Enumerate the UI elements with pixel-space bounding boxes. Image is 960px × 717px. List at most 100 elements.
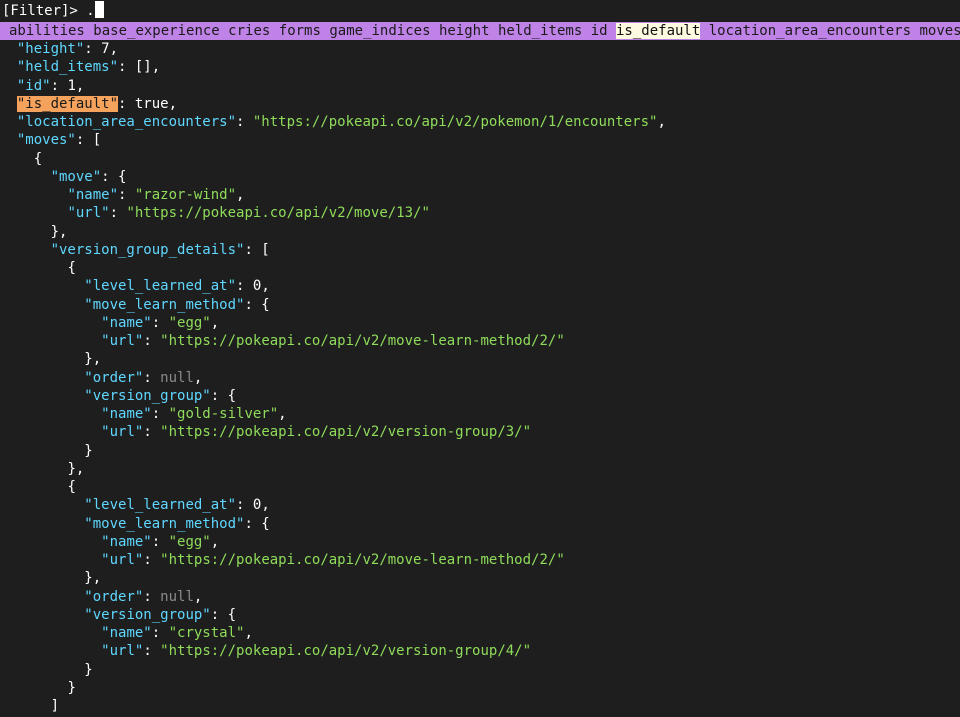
- key-suggestion-id[interactable]: id: [591, 23, 608, 39]
- json-line: "name": "razor-wind",: [0, 186, 960, 204]
- json-punct: :: [143, 333, 161, 349]
- json-key: "order": [84, 369, 144, 386]
- filter-input[interactable]: .: [86, 3, 94, 19]
- key-suggestion-moves[interactable]: moves: [919, 23, 960, 39]
- key-suggestion-abilities[interactable]: abilities: [9, 23, 85, 39]
- key-suggestion-cries[interactable]: cries: [228, 23, 270, 39]
- json-punct: }: [67, 679, 76, 696]
- json-key: "url": [67, 205, 110, 222]
- json-line: "move_learn_method": {: [0, 296, 960, 314]
- json-number: 7: [101, 41, 110, 57]
- json-string: "https://pokeapi.co/api/v2/pokemon/1/enc…: [252, 114, 658, 130]
- json-key: "url": [101, 643, 144, 660]
- json-punct: :: [151, 625, 169, 641]
- json-line: {: [0, 259, 960, 277]
- json-line: "url": "https://pokeapi.co/api/v2/move-l…: [0, 551, 960, 569]
- key-suggestion-location-area-encounters[interactable]: location_area_encounters: [709, 23, 911, 39]
- json-punct: :: [143, 643, 161, 660]
- json-line: },: [0, 460, 960, 478]
- json-line: "version_group_details": [: [0, 241, 960, 259]
- json-line: "move_learn_method": {: [0, 515, 960, 533]
- json-punct: : {: [210, 387, 237, 404]
- json-punct: :: [118, 187, 135, 203]
- json-punct: {: [67, 479, 76, 495]
- json-punct: ,: [193, 369, 203, 386]
- json-punct: :: [109, 205, 127, 222]
- json-key: "height": [16, 41, 85, 57]
- json-punct: : {: [101, 168, 127, 185]
- key-suggestion-game-indices[interactable]: game_indices: [329, 23, 430, 39]
- json-punct: : [: [75, 132, 102, 149]
- json-line: "url": "https://pokeapi.co/api/v2/move-l…: [0, 332, 960, 350]
- key-suggestion-is-default[interactable]: is_default: [616, 23, 701, 39]
- json-line: "name": "gold-silver",: [0, 405, 960, 423]
- json-line: {: [0, 150, 960, 168]
- json-line: }: [0, 442, 960, 460]
- json-punct: :: [151, 533, 169, 550]
- json-punct: ,: [261, 497, 270, 514]
- json-key: "url": [101, 552, 144, 568]
- json-punct: },: [67, 460, 85, 477]
- filter-prompt: [Filter]>: [2, 3, 78, 19]
- json-punct: : {: [210, 606, 237, 623]
- json-line: },: [0, 569, 960, 587]
- json-line: "height": 7,: [0, 40, 960, 58]
- json-string: "https://pokeapi.co/api/v2/move/13/": [126, 205, 430, 222]
- json-punct: :: [143, 552, 161, 568]
- json-key: "name": [101, 406, 152, 422]
- json-key-highlighted: "is_default": [16, 95, 119, 112]
- json-line: ]: [0, 697, 960, 715]
- json-line: "url": "https://pokeapi.co/api/v2/move/1…: [0, 204, 960, 222]
- json-line: "url": "https://pokeapi.co/api/v2/versio…: [0, 642, 960, 660]
- json-punct: ,: [657, 114, 666, 130]
- json-punct: }: [84, 442, 93, 459]
- json-punct: : [: [244, 241, 270, 258]
- json-key: "version_group_details": [50, 241, 245, 258]
- key-suggestion-held-items[interactable]: held_items: [498, 23, 582, 39]
- json-punct: ,: [236, 187, 245, 203]
- json-line: "level_learned_at": 0,: [0, 496, 960, 514]
- json-punct: ,: [244, 625, 253, 641]
- json-line: "name": "egg",: [0, 314, 960, 332]
- json-line: "version_group": {: [0, 387, 960, 405]
- json-punct: ,: [168, 95, 178, 112]
- json-punct: : {: [244, 515, 270, 532]
- json-line: "order": null,: [0, 588, 960, 606]
- json-punct: :: [151, 314, 169, 331]
- json-line: }: [0, 661, 960, 679]
- json-punct: }: [84, 661, 93, 678]
- json-boolean: true: [134, 95, 169, 112]
- json-key: "level_learned_at": [84, 497, 237, 514]
- json-line: "name": "crystal",: [0, 624, 960, 642]
- json-punct: :: [236, 497, 253, 514]
- json-punct: :: [143, 369, 161, 386]
- json-punct: ,: [210, 314, 220, 331]
- json-punct: {: [67, 260, 76, 276]
- json-line: "move": {: [0, 168, 960, 186]
- json-line: "version_group": {: [0, 606, 960, 624]
- json-string: "https://pokeapi.co/api/v2/version-group…: [160, 424, 532, 441]
- json-line: },: [0, 350, 960, 368]
- key-suggestion-base-experience[interactable]: base_experience: [93, 23, 219, 39]
- key-suggestion-height[interactable]: height: [439, 23, 490, 39]
- json-key: "moves": [16, 132, 76, 149]
- json-line: },: [0, 223, 960, 241]
- json-line: "url": "https://pokeapi.co/api/v2/versio…: [0, 423, 960, 441]
- json-key: "name": [101, 314, 152, 331]
- json-punct: :: [236, 278, 253, 295]
- json-line: "order": null,: [0, 369, 960, 387]
- json-line: "name": "egg",: [0, 533, 960, 551]
- key-suggestion-forms[interactable]: forms: [279, 23, 321, 39]
- json-key: "version_group": [84, 606, 211, 623]
- json-punct: :: [143, 424, 161, 441]
- json-punct: ,: [278, 406, 287, 422]
- json-string: "gold-silver": [168, 406, 279, 422]
- json-string: "https://pokeapi.co/api/v2/version-group…: [160, 643, 532, 660]
- json-punct: : {: [244, 296, 270, 313]
- json-key: "location_area_encounters": [16, 114, 237, 130]
- json-punct: ,: [210, 533, 220, 550]
- json-punct: ,: [193, 588, 203, 605]
- json-key: "name": [101, 533, 152, 550]
- json-line: "moves": [: [0, 131, 960, 149]
- json-string: "egg": [168, 533, 211, 550]
